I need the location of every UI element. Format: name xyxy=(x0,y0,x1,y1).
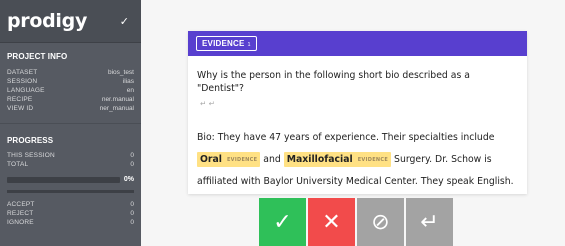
progress-row-total: TOTAL 0 xyxy=(0,160,141,169)
label-shortcut-key: 1 xyxy=(247,42,251,48)
info-key: VIEW ID xyxy=(7,105,34,112)
count-key: REJECT xyxy=(7,210,34,217)
info-row-session: SESSION ilias xyxy=(0,77,141,86)
info-row-recipe: RECIPE ner.manual xyxy=(0,95,141,104)
progress-key: THIS SESSION xyxy=(7,152,55,159)
entity-text: Oral xyxy=(200,154,222,165)
entity-span[interactable]: Maxillofacial EVIDENCE xyxy=(283,152,392,167)
newline-marks: ↵ ↵ xyxy=(200,99,215,108)
entity-text: Maxillofacial xyxy=(286,154,353,165)
bio-text-segment: and xyxy=(260,154,284,165)
check-icon[interactable]: ✓ xyxy=(120,15,129,28)
bio-text-segment: Bio: They have 47 years of experience. T… xyxy=(197,132,495,143)
entity-label-tag: EVIDENCE xyxy=(357,157,389,163)
sidebar: prodigy ✓ PROJECT INFO DATASET bios_test … xyxy=(0,0,141,246)
brand-logo: prodigy xyxy=(7,10,88,32)
label-name: EVIDENCE xyxy=(202,39,245,48)
progress-percent: 0% xyxy=(123,176,134,183)
count-row-ignore: IGNORE 0 xyxy=(0,218,141,227)
project-info-title: PROJECT INFO xyxy=(7,52,68,61)
info-key: LANGUAGE xyxy=(7,87,45,94)
info-key: RECIPE xyxy=(7,96,33,103)
progress-list: THIS SESSION 0 TOTAL 0 xyxy=(0,151,141,169)
info-row-dataset: DATASET bios_test xyxy=(0,68,141,77)
info-value: ner.manual xyxy=(101,96,134,103)
counts-list: ACCEPT 0 REJECT 0 IGNORE 0 xyxy=(0,200,141,227)
info-value: ilias xyxy=(122,78,134,85)
entity-span[interactable]: Oral EVIDENCE xyxy=(197,152,261,167)
ignore-button[interactable]: ⊘ xyxy=(357,198,404,246)
accept-button[interactable]: ✓ xyxy=(259,198,306,246)
info-key: DATASET xyxy=(7,69,38,76)
info-value: ner_manual xyxy=(99,105,134,112)
undo-icon: ↵ xyxy=(420,209,439,234)
label-evidence-chip[interactable]: EVIDENCE 1 xyxy=(196,36,257,51)
reject-button[interactable]: ✕ xyxy=(308,198,355,246)
count-row-reject: REJECT 0 xyxy=(0,209,141,218)
undo-button[interactable]: ↵ xyxy=(406,198,453,246)
info-value: en xyxy=(126,87,134,94)
info-key: SESSION xyxy=(7,78,38,85)
count-value: 0 xyxy=(130,210,134,217)
count-row-accept: ACCEPT 0 xyxy=(0,200,141,209)
progress-bar xyxy=(7,176,120,183)
check-icon: ✓ xyxy=(273,209,292,234)
progress-value: 0 xyxy=(130,152,134,159)
close-icon: ✕ xyxy=(322,209,341,234)
annotation-card: EVIDENCE 1 Why is the person in the follo… xyxy=(188,31,527,194)
label-bar: EVIDENCE 1 xyxy=(188,31,527,56)
count-key: IGNORE xyxy=(7,219,34,226)
progress-value: 0 xyxy=(130,161,134,168)
progress-row-this-session: THIS SESSION 0 xyxy=(0,151,141,160)
question-text: Why is the person in the following short… xyxy=(197,70,470,94)
secondary-progress-bar xyxy=(7,190,134,193)
progress-section: PROGRESS THIS SESSION 0 TOTAL 0 0% ACCEPT 0… xyxy=(0,124,141,227)
action-buttons: ✓ ✕ ⊘ ↵ xyxy=(259,198,453,246)
info-row-view-id: VIEW ID ner_manual xyxy=(0,104,141,113)
info-row-language: LANGUAGE en xyxy=(0,86,141,95)
count-value: 0 xyxy=(130,219,134,226)
ignore-icon: ⊘ xyxy=(371,209,390,234)
progress-title: PROGRESS xyxy=(7,136,54,145)
progress-bar-row: 0% xyxy=(0,175,141,184)
info-value: bios_test xyxy=(107,69,134,76)
count-value: 0 xyxy=(130,201,134,208)
brand-header: prodigy ✓ xyxy=(0,0,141,43)
bio-text[interactable]: Bio: They have 47 years of experience. T… xyxy=(197,127,517,193)
project-info-list: DATASET bios_test SESSION ilias LANGUAGE en… xyxy=(0,68,141,113)
project-info-section: PROJECT INFO DATASET bios_test SESSION ili… xyxy=(0,43,141,124)
count-key: ACCEPT xyxy=(7,201,35,208)
entity-label-tag: EVIDENCE xyxy=(226,157,258,163)
task-content: Why is the person in the following short… xyxy=(188,56,527,193)
progress-key: TOTAL xyxy=(7,161,29,168)
